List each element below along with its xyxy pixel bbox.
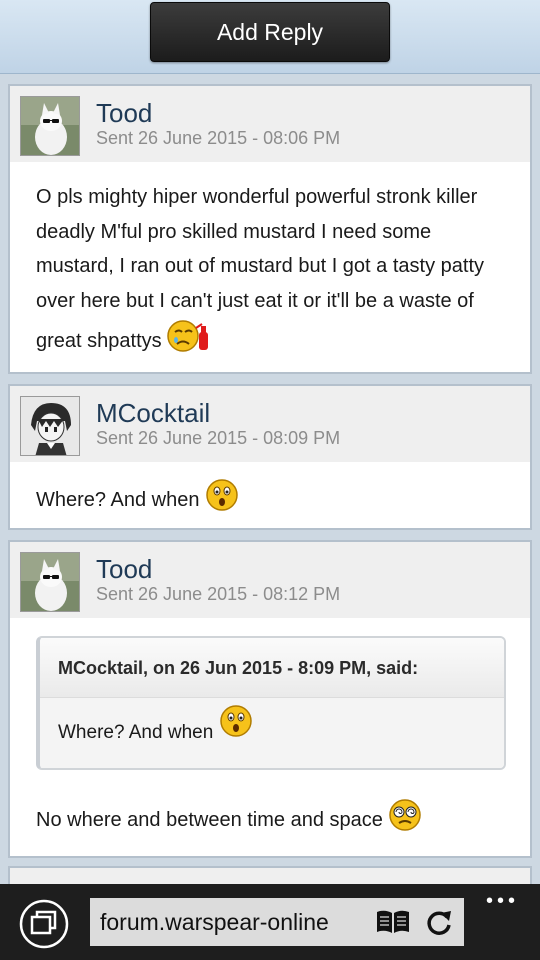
surprised-emoticon-icon [219, 698, 253, 768]
url-text[interactable]: forum.warspear-online [100, 898, 370, 946]
crying-ketchup-emoticon-icon [167, 318, 215, 366]
avatar[interactable] [20, 552, 80, 612]
post-text: No where and between time and space [36, 809, 383, 832]
post-date: Sent 26 June 2015 - 08:09 PM [96, 428, 341, 448]
post-date: Sent 26 June 2015 - 08:06 PM [96, 128, 341, 148]
refresh-icon[interactable] [424, 907, 454, 942]
post-reply: No where and between time and space [36, 798, 504, 844]
surprised-emoticon-icon [205, 478, 239, 524]
dizzy-emoticon-icon [388, 798, 422, 844]
post-author[interactable]: MCocktail [96, 398, 210, 429]
post-header: Tood Sent 26 June 2015 - 08:06 PM [10, 86, 530, 162]
post-date: Sent 26 June 2015 - 08:12 PM [96, 584, 341, 604]
post-content: MCocktail, on 26 Jun 2015 - 8:09 PM, sai… [10, 636, 530, 864]
quote-text: Where? And when [58, 722, 214, 744]
forum-post: MCocktail Sent 26 June 2015 - 08:09 PM W… [8, 384, 532, 530]
post-content: Where? And when [10, 462, 530, 544]
forum-post: Tood Sent 26 June 2015 - 08:06 PM O pls … [8, 84, 532, 374]
cartoon-boy-avatar-icon [21, 397, 79, 455]
forum-post: Tood Sent 26 June 2015 - 08:12 PM MCockt… [8, 540, 532, 858]
post-content: O pls mighty hiper wonderful powerful st… [10, 162, 530, 386]
quote-block: MCocktail, on 26 Jun 2015 - 8:09 PM, sai… [36, 636, 506, 770]
post-header: MCocktail Sent 26 June 2015 - 08:09 PM [10, 386, 530, 462]
quote-citation: MCocktail, on 26 Jun 2015 - 8:09 PM, sai… [40, 638, 504, 698]
post-header: Tood Sent 26 June 2015 - 08:12 PM [10, 542, 530, 618]
add-reply-button[interactable]: Add Reply [150, 2, 390, 62]
more-options-icon[interactable]: ••• [486, 891, 520, 911]
top-toolbar: Add Reply [0, 0, 540, 74]
post-author[interactable]: Tood [96, 554, 152, 585]
white-cat-avatar-icon [21, 97, 79, 155]
post-author[interactable]: Tood [96, 98, 152, 129]
avatar[interactable] [20, 96, 80, 156]
avatar[interactable] [20, 396, 80, 456]
tabs-icon[interactable] [18, 898, 70, 950]
address-bar[interactable]: forum.warspear-online [90, 898, 464, 946]
white-cat-avatar-icon [21, 553, 79, 611]
quote-content: Where? And when [40, 698, 504, 768]
post-text: Where? And when [36, 489, 200, 512]
post-text: O pls mighty hiper wonderful powerful st… [36, 186, 484, 353]
reading-view-icon[interactable] [375, 908, 411, 941]
